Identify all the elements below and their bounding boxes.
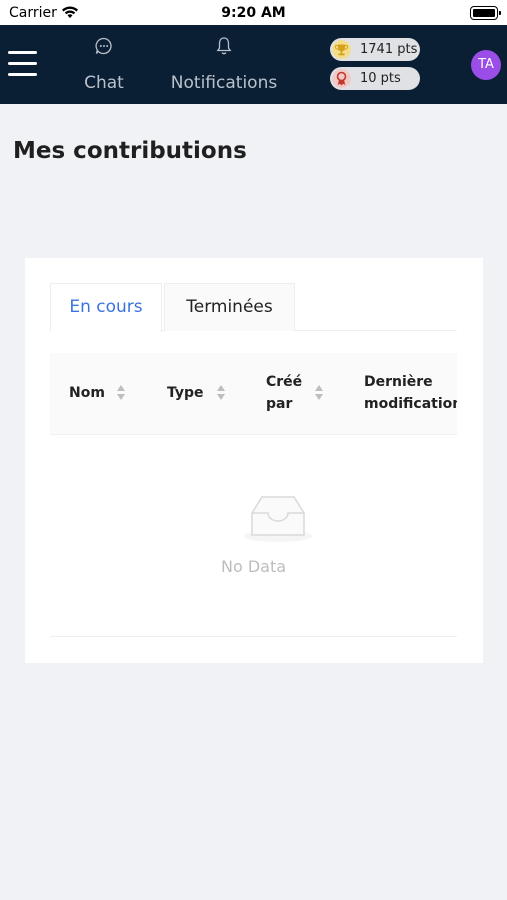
status-bar: Carrier 9:20 AM — [0, 0, 507, 25]
empty-state-text: No Data — [220, 557, 287, 576]
empty-state: No Data — [50, 435, 457, 637]
empty-inbox-icon — [244, 496, 312, 542]
nav-chat[interactable]: Chat — [74, 25, 134, 104]
hamburger-menu-icon[interactable] — [8, 51, 37, 77]
column-header-cree-par[interactable]: Créé par — [266, 371, 312, 415]
bell-icon — [216, 37, 232, 55]
clock: 9:20 AM — [221, 5, 286, 21]
points-value: 1741 pts — [360, 42, 418, 57]
points-badge[interactable]: 1741 pts — [330, 38, 420, 61]
nav-notifications-label: Notifications — [170, 73, 278, 93]
chat-bubble-icon — [95, 37, 112, 55]
column-header-derniere-modification[interactable]: Dernière modification — [364, 371, 457, 415]
nav-notifications[interactable]: Notifications — [166, 25, 282, 104]
column-header-type[interactable]: Type — [167, 382, 204, 404]
column-header-nom[interactable]: Nom — [69, 382, 105, 404]
trophy-icon — [332, 40, 351, 59]
nav-chat-label: Chat — [84, 73, 124, 93]
table-header: Nom Type Créé par Dernière modification — [50, 353, 457, 435]
sort-icon[interactable] — [116, 384, 126, 402]
contributions-card: En cours Terminées Nom Type Créé par Der… — [25, 258, 483, 663]
tab-terminees[interactable]: Terminées — [164, 283, 295, 331]
sort-icon[interactable] — [216, 384, 226, 402]
battery-icon — [470, 6, 501, 20]
page-title: Mes contributions — [13, 138, 247, 164]
top-nav: Chat Notifications 1741 pts 10 pts TA — [0, 25, 507, 104]
avatar[interactable]: TA — [471, 50, 501, 80]
medal-icon — [332, 69, 351, 88]
sort-icon[interactable] — [314, 384, 324, 402]
rank-badge[interactable]: 10 pts — [330, 67, 420, 90]
tab-en-cours[interactable]: En cours — [50, 283, 162, 332]
rank-value: 10 pts — [360, 71, 401, 86]
